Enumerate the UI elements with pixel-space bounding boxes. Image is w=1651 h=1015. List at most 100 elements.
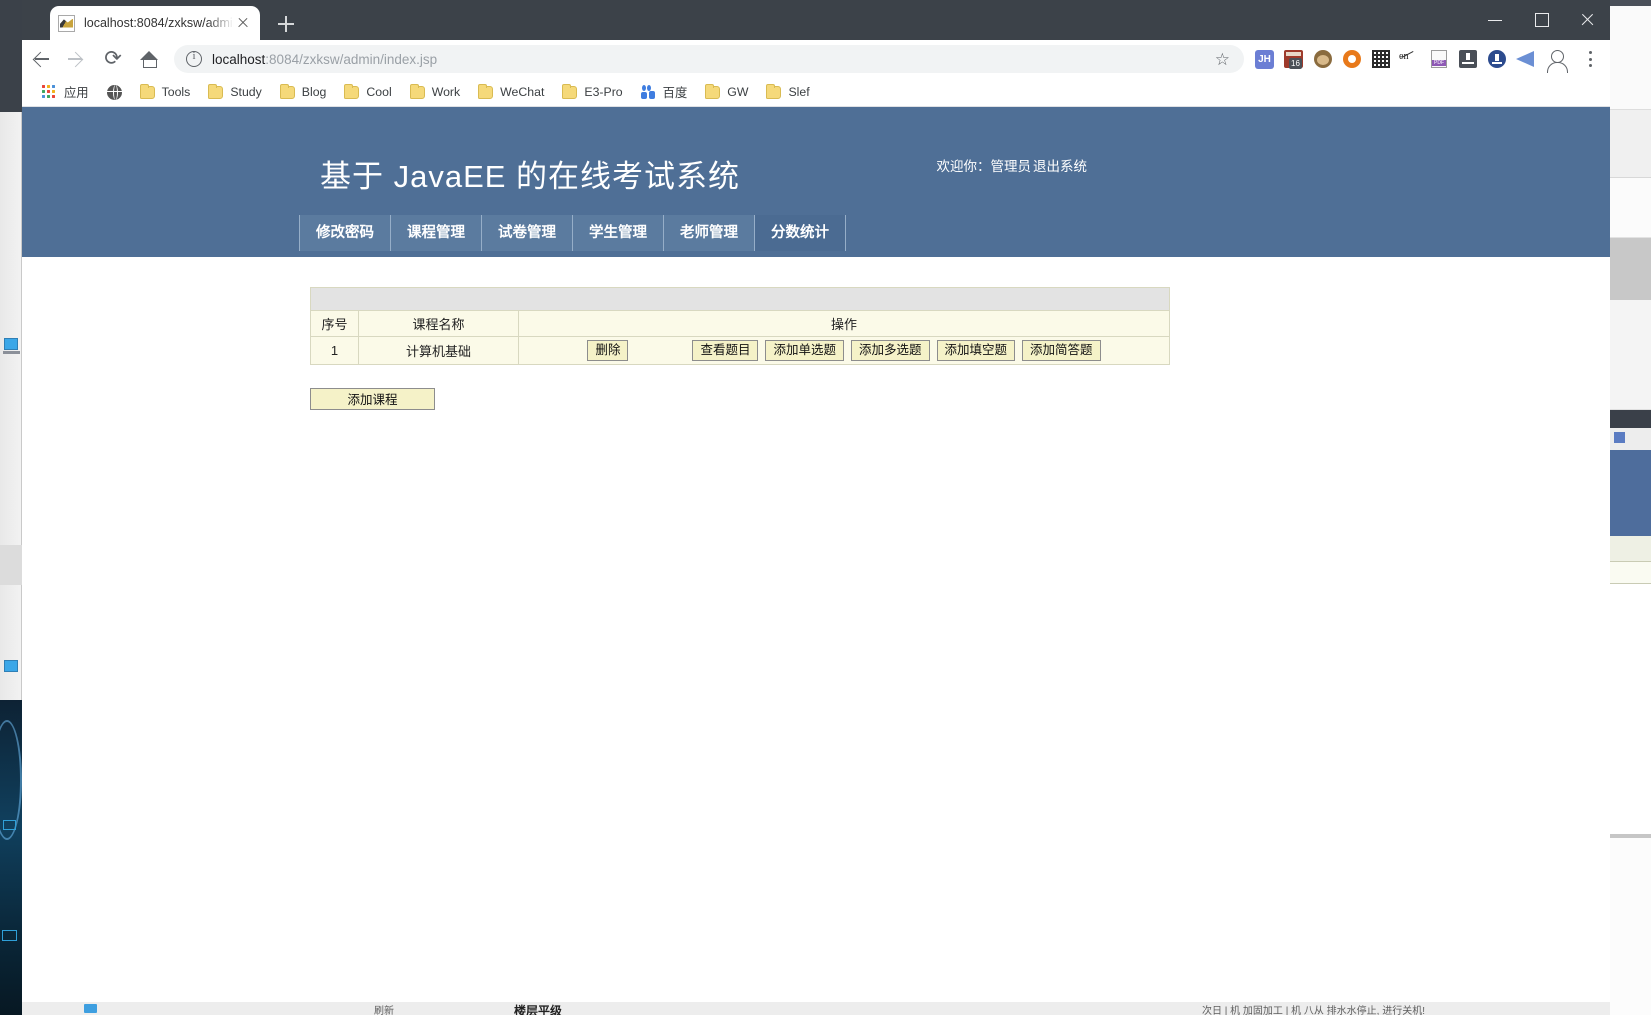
bg-right-band-1: [1610, 6, 1651, 110]
globe-icon: [106, 84, 122, 100]
browser-tab[interactable]: localhost:8084/zxksw/admin/inde: [50, 6, 260, 40]
add-fill-blank-button[interactable]: 添加填空题: [936, 340, 1016, 361]
tab-favicon-icon: [58, 14, 75, 32]
bookmark-slef[interactable]: Slef: [760, 82, 815, 102]
table-header-row: 序号 课程名称 操作: [310, 310, 1170, 337]
bookmark-wechat[interactable]: WeChat: [472, 82, 550, 102]
bookmark-label: 应用: [64, 86, 89, 100]
bookmark-work[interactable]: Work: [404, 82, 466, 102]
bg-right-band-3: [1610, 178, 1651, 238]
nav-item-course-management[interactable]: 课程管理: [391, 215, 482, 251]
site-header: 基于 JavaEE 的在线考试系统 欢迎你：管理员 退出系统 修改密码 课程管理…: [22, 107, 1610, 257]
nav-item-exam-management[interactable]: 试卷管理: [482, 215, 573, 251]
maximize-button[interactable]: [1518, 0, 1564, 40]
bg-right-band-5: [1610, 300, 1651, 410]
new-tab-button[interactable]: [274, 12, 298, 36]
bookmark-label: Slef: [788, 85, 810, 99]
page-viewport: 基于 JavaEE 的在线考试系统 欢迎你：管理员 退出系统 修改密码 课程管理…: [22, 107, 1610, 1002]
bookmark-label: 百度: [662, 86, 688, 100]
bg-right-band-4: [1610, 238, 1651, 300]
close-tab-icon[interactable]: [234, 14, 252, 32]
bg-right-band-6: [1610, 410, 1651, 428]
home-icon[interactable]: [132, 42, 166, 76]
background-window-left-titlebar: [0, 0, 22, 112]
url-path: :8084/zxksw/admin/index.jsp: [265, 51, 438, 67]
logout-link[interactable]: 退出系统: [1033, 155, 1087, 175]
orange-extension-icon[interactable]: [1338, 45, 1365, 73]
add-course-container: 添加课程: [310, 388, 1610, 410]
add-course-button[interactable]: 添加课程: [310, 388, 435, 410]
calendar-extension-icon[interactable]: 16: [1280, 45, 1307, 73]
address-bar[interactable]: localhost:8084/zxksw/admin/index.jsp ☆: [174, 45, 1244, 73]
nav-item-score-statistics[interactable]: 分数统计: [755, 215, 846, 251]
bookmark-e3pro[interactable]: E3-Pro: [556, 82, 628, 102]
bookmark-study[interactable]: Study: [202, 82, 267, 102]
cell-actions: 删除 查看题目 添加单选题 添加多选题 添加填空题 添加简答题: [518, 336, 1170, 365]
bookmark-star-icon[interactable]: ☆: [1215, 50, 1230, 70]
table-spacer-row: [310, 287, 1170, 311]
jh-extension-icon[interactable]: JH: [1251, 45, 1278, 73]
back-arrow-icon[interactable]: [24, 42, 58, 76]
add-short-answer-button[interactable]: 添加简答题: [1022, 340, 1101, 361]
monkey-extension-icon[interactable]: [1309, 45, 1336, 73]
folder-icon: [705, 83, 721, 99]
wallpaper-square-1: [3, 820, 16, 830]
add-single-choice-button[interactable]: 添加单选题: [765, 340, 844, 361]
bookmark-label: Cool: [366, 85, 392, 99]
bookmark-label: GW: [727, 85, 749, 99]
page-content: 序号 课程名称 操作 1 计算机基础 删除 查看题目 添加单选题 添加多选题 添…: [22, 257, 1610, 410]
browser-menu-icon[interactable]: [1574, 42, 1606, 76]
view-questions-button[interactable]: 查看题目: [692, 340, 759, 361]
table-spacer-cell: [310, 287, 1170, 311]
bookmark-label: Work: [431, 85, 461, 99]
folder-icon: [478, 83, 494, 99]
folder-icon: [279, 83, 295, 99]
bg-right-band-11: [1610, 584, 1651, 834]
bookmark-baidu[interactable]: 百度: [635, 80, 694, 104]
background-wallpaper-strip: [0, 700, 22, 1015]
background-monitor-icon: [3, 338, 20, 354]
main-nav: 修改密码 课程管理 试卷管理 学生管理 老师管理 分数统计: [299, 215, 846, 251]
qr-code-extension-icon[interactable]: [1367, 45, 1394, 73]
forward-arrow-icon[interactable]: [60, 42, 94, 76]
download-extension-icon[interactable]: [1454, 45, 1481, 73]
profile-avatar-icon[interactable]: [1540, 42, 1574, 76]
add-multiple-choice-button[interactable]: 添加多选题: [851, 340, 930, 361]
delete-button[interactable]: 删除: [587, 340, 629, 361]
browser-toolbar: ⟳ localhost:8084/zxksw/admin/index.jsp ☆…: [22, 40, 1610, 78]
pdf-extension-icon[interactable]: [1425, 45, 1452, 73]
reload-icon[interactable]: ⟳: [96, 42, 130, 76]
bg-right-band-10: [1610, 562, 1651, 584]
bg-right-band-8: [1610, 450, 1651, 536]
minimize-button[interactable]: [1472, 0, 1518, 40]
url-host: localhost: [212, 51, 266, 67]
nav-item-student-management[interactable]: 学生管理: [573, 215, 664, 251]
bg-window-title: 楼层平级: [514, 1004, 563, 1015]
bg-right-band-7: [1610, 428, 1651, 450]
bookmark-globe[interactable]: [101, 82, 128, 103]
apps-grid-icon: [42, 84, 57, 100]
downloader-extension-icon[interactable]: [1483, 45, 1510, 73]
bookmark-label: Tools: [161, 85, 191, 99]
bird-extension-icon[interactable]: [1512, 45, 1539, 73]
folder-icon: [208, 83, 224, 99]
nav-item-change-password[interactable]: 修改密码: [299, 215, 391, 251]
bookmark-label: WeChat: [500, 85, 545, 99]
folder-icon: [344, 83, 360, 99]
cell-course-name: 计算机基础: [358, 336, 519, 365]
bookmark-label: Study: [230, 85, 262, 99]
bg-right-band-2: [1610, 110, 1651, 178]
site-info-icon[interactable]: [186, 50, 202, 67]
close-window-button[interactable]: [1564, 0, 1610, 40]
background-monitor-icon-2: [4, 660, 18, 672]
bookmark-apps[interactable]: 应用: [36, 80, 95, 104]
bookmark-blog[interactable]: Blog: [274, 82, 333, 102]
bookmark-cool[interactable]: Cool: [338, 82, 397, 102]
bookmark-label: E3-Pro: [584, 85, 623, 99]
bookmark-tools[interactable]: Tools: [134, 82, 197, 102]
window-controls: [1472, 0, 1610, 40]
bookmark-gw[interactable]: GW: [699, 82, 754, 102]
translate-extension-icon[interactable]: en: [1396, 45, 1423, 73]
nav-item-teacher-management[interactable]: 老师管理: [664, 215, 755, 251]
folder-icon: [409, 83, 425, 99]
